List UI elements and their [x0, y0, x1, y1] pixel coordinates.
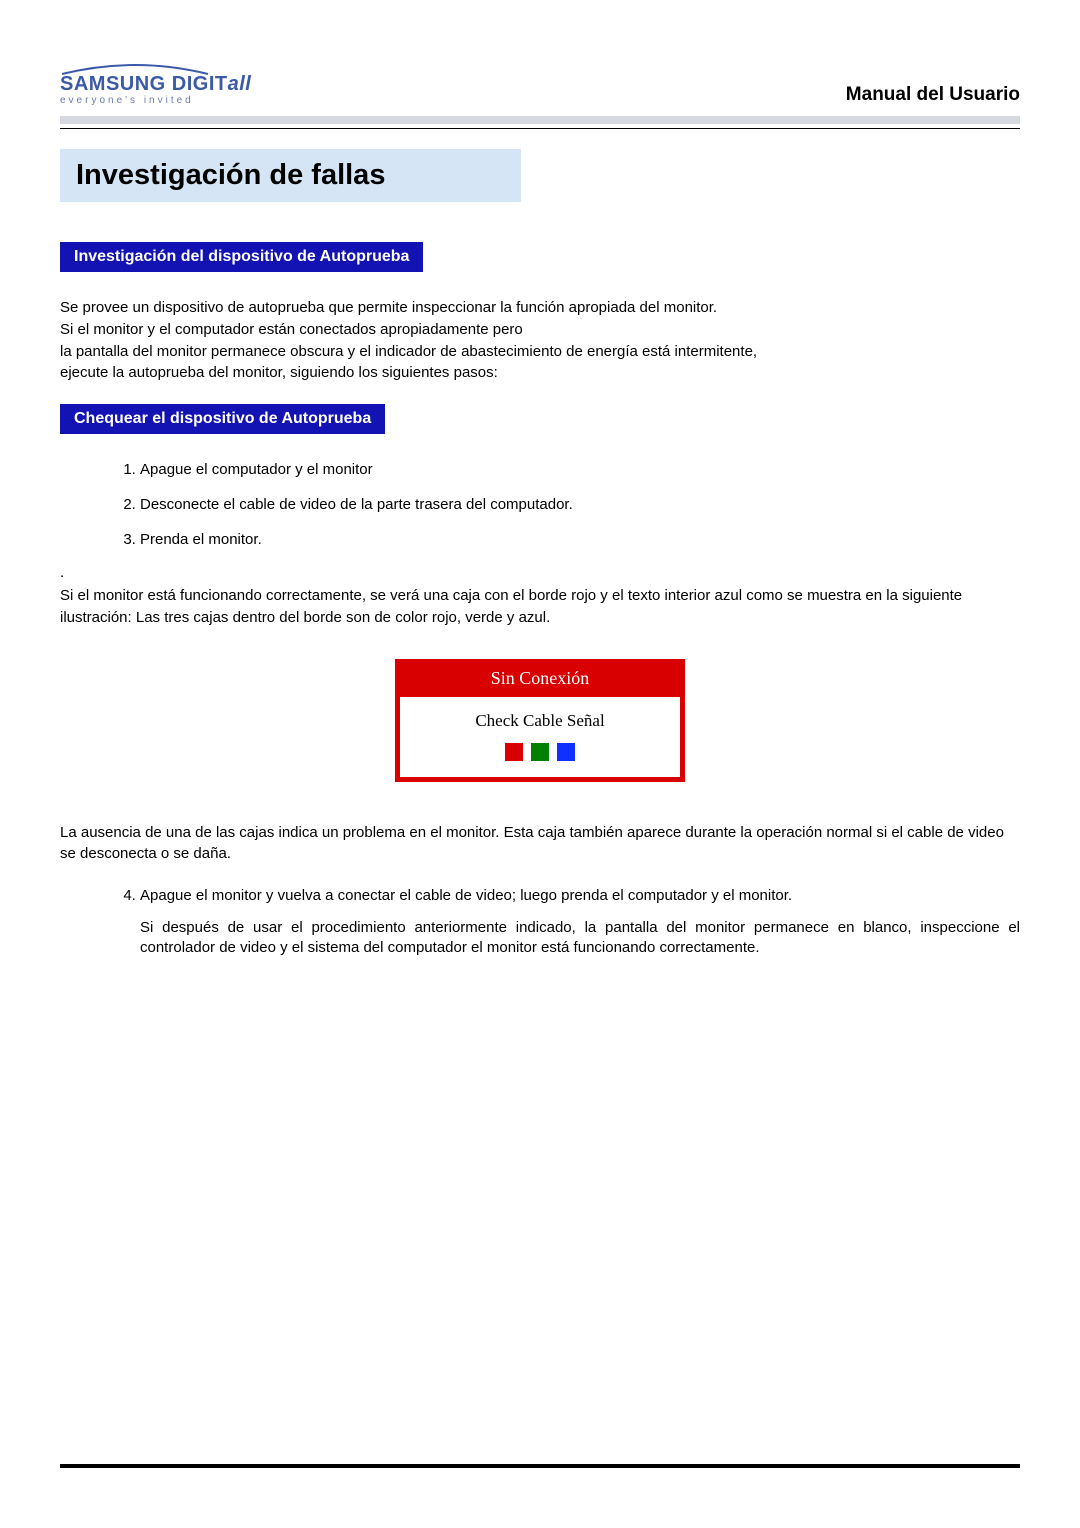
dot-line: . — [60, 564, 1020, 581]
list-item: Apague el monitor y vuelva a conectar el… — [140, 885, 1020, 959]
step4-text: Apague el monitor y vuelva a conectar el… — [140, 887, 792, 904]
section-heading-2: Chequear el dispositivo de Autoprueba — [60, 404, 385, 434]
red-square-icon — [505, 743, 523, 761]
step4-sub: Si después de usar el procedimiento ante… — [140, 918, 1020, 959]
list-item: Prenda el monitor. — [140, 529, 1020, 550]
header-bar — [60, 116, 1020, 124]
rgb-row — [400, 743, 680, 761]
steps-list-1-3: Apague el computador y el monitor Descon… — [60, 459, 1020, 550]
page-title: Investigación de fallas — [76, 159, 385, 191]
header-row: SAMSUNG DIGITall everyone's invited Manu… — [60, 60, 1020, 106]
footer-line — [60, 1464, 1020, 1468]
green-square-icon — [531, 743, 549, 761]
list-item: Apague el computador y el monitor — [140, 459, 1020, 480]
logo-tagline: everyone's invited — [60, 96, 251, 106]
illustration-head: Sin Conexión — [400, 664, 680, 697]
logo-brand-suffix: all — [228, 73, 252, 95]
logo-brand: SAMSUNG DIGITall — [60, 74, 251, 94]
header-line — [60, 128, 1020, 129]
steps-list-4: Apague el monitor y vuelva a conectar el… — [60, 885, 1020, 959]
illustration-body-text: Check Cable Señal — [400, 711, 680, 731]
illustration-monitor-box: Sin Conexión Check Cable Señal — [395, 659, 685, 782]
blue-square-icon — [557, 743, 575, 761]
after-steps-paragraph: Si el monitor está funcionando correctam… — [60, 585, 1020, 629]
intro-paragraph: Se provee un dispositivo de autoprueba q… — [60, 297, 1020, 384]
page: SAMSUNG DIGITall everyone's invited Manu… — [0, 0, 1080, 1528]
section-heading-1: Investigación del dispositivo de Autopru… — [60, 242, 423, 272]
illustration-body: Check Cable Señal — [400, 697, 680, 777]
after-illustration-paragraph: La ausencia de una de las cajas indica u… — [60, 822, 1020, 866]
manual-title: Manual del Usuario — [846, 84, 1020, 106]
title-banner: Investigación de fallas — [60, 149, 1020, 202]
logo-brand-prefix: SAMSUNG DIGIT — [60, 73, 228, 95]
list-item: Desconecte el cable de video de la parte… — [140, 494, 1020, 515]
logo: SAMSUNG DIGITall everyone's invited — [60, 60, 251, 106]
